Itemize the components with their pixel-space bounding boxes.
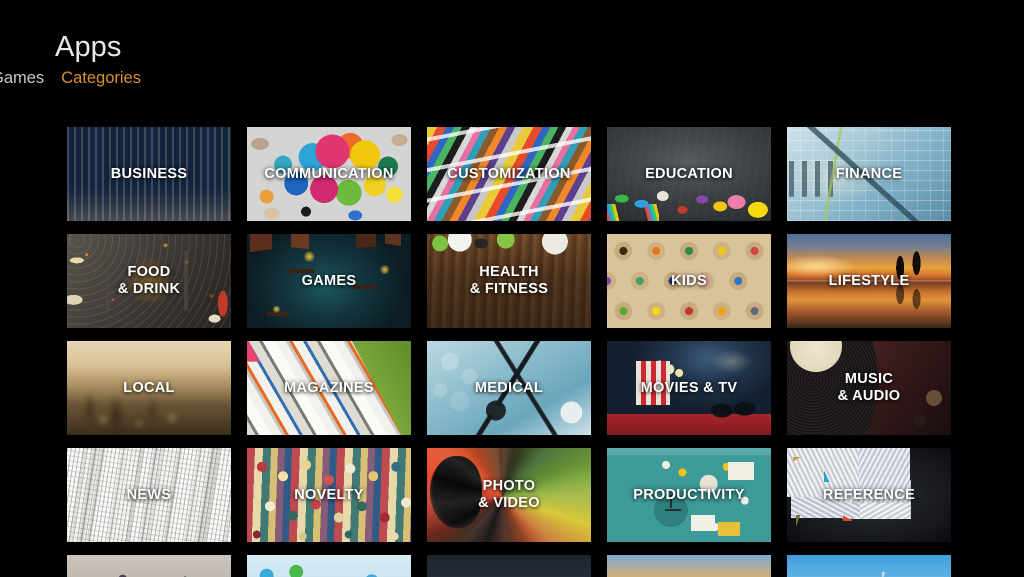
tile-label: GAMES xyxy=(301,272,357,289)
nav-item-games[interactable]: Games xyxy=(0,67,44,89)
nav-item-categories[interactable]: Categories xyxy=(61,67,141,89)
tile-label: FINANCE xyxy=(835,165,903,182)
category-tile-food-and-drink[interactable]: FOOD & DRINK xyxy=(67,234,231,328)
category-tile-customization[interactable]: CUSTOMIZATION xyxy=(427,127,591,221)
category-tile-movies-and-tv[interactable]: MOVIES & TV xyxy=(607,341,771,435)
category-row: LOCAL MAGAZINES MEDICAL MOVIES & TV MUSIC & … xyxy=(67,341,957,435)
tile-artwork-image xyxy=(427,555,591,577)
tile-label: PRODUCTIVITY xyxy=(633,486,745,503)
category-tile-row5-5[interactable] xyxy=(787,555,951,577)
category-grid: BUSINESS COMMUNICATION CUSTOMIZATION EDUCAT… xyxy=(67,127,957,577)
category-tile-education[interactable]: EDUCATION xyxy=(607,127,771,221)
category-tile-music-and-audio[interactable]: MUSIC & AUDIO xyxy=(787,341,951,435)
category-tile-row5-3[interactable] xyxy=(427,555,591,577)
tile-label: MUSIC & AUDIO xyxy=(837,371,901,404)
category-tile-kids[interactable]: KIDS xyxy=(607,234,771,328)
category-tile-health-and-fitness[interactable]: HEALTH & FITNESS xyxy=(427,234,591,328)
primary-nav: Games Categories xyxy=(0,67,141,89)
category-row xyxy=(67,555,957,577)
category-tile-reference[interactable]: REFERENCE xyxy=(787,448,951,542)
category-tile-row5-1[interactable] xyxy=(67,555,231,577)
tile-label: NEWS xyxy=(126,486,172,503)
category-tile-row5-4[interactable] xyxy=(607,555,771,577)
tile-artwork-image xyxy=(67,555,231,577)
category-tile-magazines[interactable]: MAGAZINES xyxy=(247,341,411,435)
tile-label: MAGAZINES xyxy=(284,379,374,396)
category-tile-news[interactable]: NEWS xyxy=(67,448,231,542)
tile-label: PHOTO & VIDEO xyxy=(478,478,540,511)
page-title: Apps xyxy=(55,31,122,63)
tile-artwork-image xyxy=(787,555,951,577)
category-row: NEWS NOVELTY PHOTO & VIDEO PRODUCTIVITY REFE… xyxy=(67,448,957,542)
tile-label: MEDICAL xyxy=(474,379,544,396)
category-row: FOOD & DRINK GAMES HEALTH & FITNESS KIDS LIF… xyxy=(67,234,957,328)
category-tile-local[interactable]: LOCAL xyxy=(67,341,231,435)
tile-label: FOOD & DRINK xyxy=(117,264,181,297)
category-tile-medical[interactable]: MEDICAL xyxy=(427,341,591,435)
tile-label: LOCAL xyxy=(123,379,175,396)
category-tile-games[interactable]: GAMES xyxy=(247,234,411,328)
category-tile-row5-2[interactable] xyxy=(247,555,411,577)
category-tile-photo-and-video[interactable]: PHOTO & VIDEO xyxy=(427,448,591,542)
app-window: Apps Games Categories BUSINESS COMMUNICAT… xyxy=(0,0,1024,577)
tile-label: REFERENCE xyxy=(822,486,916,503)
tile-label: MOVIES & TV xyxy=(640,379,738,396)
tile-label: EDUCATION xyxy=(645,165,733,182)
tile-label: LIFESTYLE xyxy=(828,272,910,289)
tile-label: KIDS xyxy=(671,272,707,289)
tile-label: NOVELTY xyxy=(294,486,364,503)
tile-label: COMMUNICATION xyxy=(264,165,394,182)
category-tile-communication[interactable]: COMMUNICATION xyxy=(247,127,411,221)
category-tile-productivity[interactable]: PRODUCTIVITY xyxy=(607,448,771,542)
tile-artwork-image xyxy=(607,555,771,577)
tile-label: BUSINESS xyxy=(110,165,188,182)
tile-label: HEALTH & FITNESS xyxy=(469,264,549,297)
tile-label: CUSTOMIZATION xyxy=(447,165,571,182)
category-tile-business[interactable]: BUSINESS xyxy=(67,127,231,221)
tile-artwork-image xyxy=(247,555,411,577)
category-tile-finance[interactable]: FINANCE xyxy=(787,127,951,221)
page-header: Apps Games Categories xyxy=(0,0,1024,110)
category-tile-novelty[interactable]: NOVELTY xyxy=(247,448,411,542)
category-row: BUSINESS COMMUNICATION CUSTOMIZATION EDUCAT… xyxy=(67,127,957,221)
category-tile-lifestyle[interactable]: LIFESTYLE xyxy=(787,234,951,328)
